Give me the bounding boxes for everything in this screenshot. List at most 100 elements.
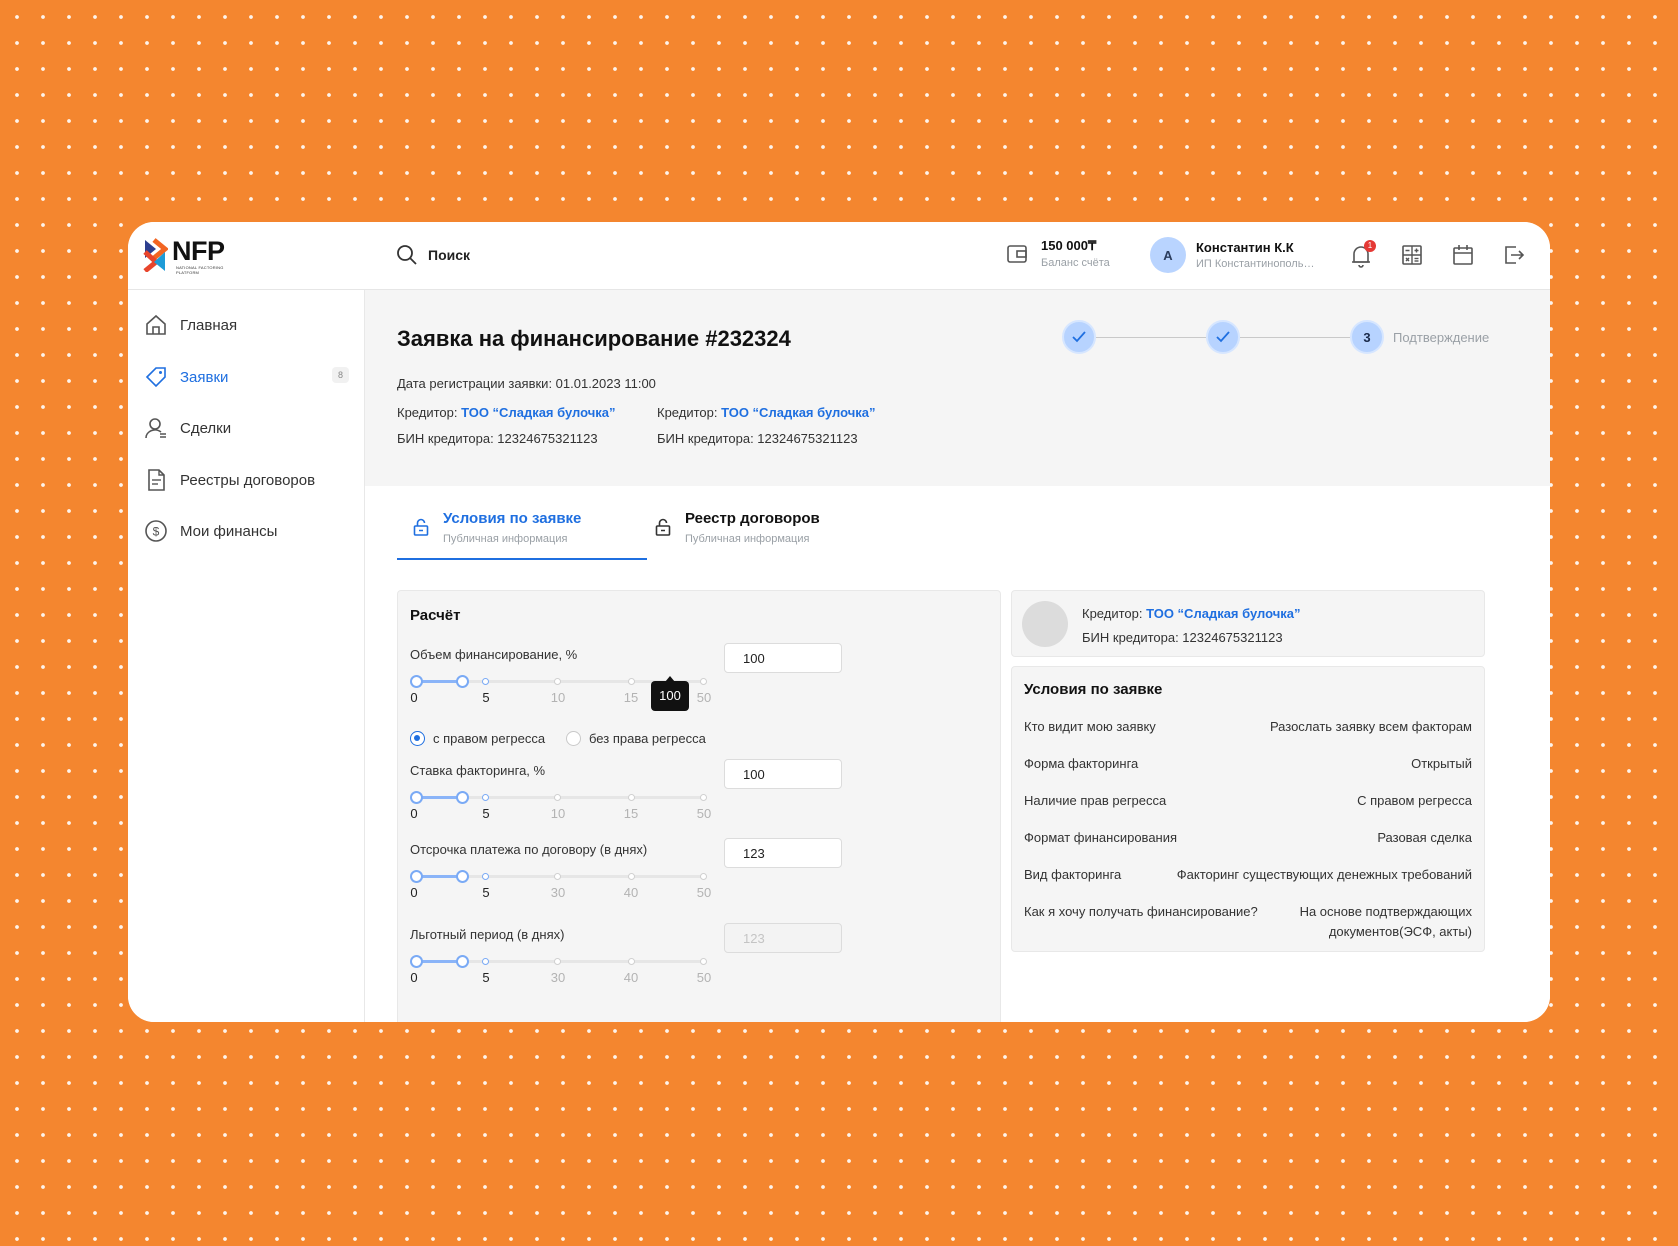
condition-key: Форма факторинга: [1024, 756, 1139, 771]
condition-key: Как я хочу получать финансирование?: [1024, 904, 1258, 919]
coin-icon: $: [145, 520, 167, 542]
step-connector: [1096, 336, 1206, 338]
slider-handle-min[interactable]: [410, 870, 423, 883]
condition-value: С правом регресса: [1357, 793, 1472, 808]
condition-value: Разослать заявку всем факторам: [1269, 719, 1472, 734]
creditor-avatar: [1022, 601, 1068, 647]
search-icon: [397, 245, 417, 265]
condition-value: Открытый: [1411, 756, 1472, 771]
slider-handle-max[interactable]: [456, 675, 469, 688]
sidebar-item-finances[interactable]: $ Мои финансы: [144, 519, 349, 543]
wallet-icon: [1007, 244, 1027, 263]
step-1-done[interactable]: [1062, 320, 1096, 354]
tab-title: Реестр договоров: [685, 510, 820, 527]
condition-row: Форма факторинга Открытый: [1024, 754, 1472, 774]
search-box[interactable]: Поиск: [396, 244, 470, 266]
slider-mark: [700, 794, 707, 801]
slider-handle-max[interactable]: [456, 955, 469, 968]
sidebar: Главная Заявки 8 Сделки Реестры договоро…: [128, 290, 365, 1022]
registration-date: Дата регистрации заявки: 01.01.2023 11:0…: [397, 376, 656, 391]
radio-with-recourse[interactable]: с правом регресса: [410, 731, 545, 746]
tab-contract-registry[interactable]: Реестр договоров Публичная информация: [655, 490, 885, 560]
tick-label: 5: [482, 885, 490, 900]
balance-value: 150 000₸: [1041, 238, 1097, 253]
notifications-button[interactable]: 1: [1350, 240, 1376, 273]
request-header: Заявка на финансирование #232324 Дата ре…: [365, 290, 1550, 486]
radio-label: с правом регресса: [433, 731, 546, 746]
creditor-label: Кредитор:: [397, 405, 458, 420]
condition-value: На основе подтверждающих документов(ЭСФ,…: [1299, 904, 1472, 939]
check-icon: [1216, 331, 1230, 343]
slider-mark: [554, 794, 561, 801]
tick-label: 10: [550, 806, 566, 821]
step-3-current[interactable]: 3: [1350, 320, 1384, 354]
creditor-bin: БИН кредитора: 12324675321123: [1082, 630, 1283, 645]
tick-label: 40: [623, 970, 639, 985]
sidebar-item-registries[interactable]: Реестры договоров: [144, 468, 349, 492]
radio-without-recourse[interactable]: без права регресса: [566, 731, 706, 746]
slider-handle-max[interactable]: [456, 870, 469, 883]
user-name: Константин К.К: [1196, 240, 1294, 255]
creditor-label: Кредитор:: [1082, 606, 1143, 621]
grace-period-label: Льготный период (в днях): [410, 927, 565, 942]
condition-value: Факторинг существующих денежных требован…: [1176, 867, 1472, 882]
sidebar-item-home[interactable]: Главная: [144, 313, 349, 337]
tick-label: 5: [482, 970, 490, 985]
radio-circle-checked: [410, 731, 425, 746]
tab-request-conditions[interactable]: Условия по заявке Публичная информация: [397, 490, 647, 560]
slider-handle-min[interactable]: [410, 955, 423, 968]
sidebar-item-requests[interactable]: Заявки 8: [144, 365, 349, 389]
condition-row: Вид факторинга Факторинг существующих де…: [1024, 865, 1472, 885]
step-3-label: Подтверждение: [1393, 329, 1490, 345]
condition-row: Формат финансирования Разовая сделка: [1024, 828, 1472, 848]
logo[interactable]: NFP NATIONAL FACTORING PLATFORM: [142, 236, 225, 275]
creditor-bin: БИН кредитора: 12324675321123: [397, 431, 598, 446]
check-icon: [1072, 331, 1086, 343]
condition-row: Наличие прав регресса С правом регресса: [1024, 791, 1472, 811]
balance-widget[interactable]: 150 000₸ Баланс счёта: [1006, 238, 1110, 269]
creditor-info-1: Кредитор: ТОО “Сладкая булочка” БИН кред…: [397, 400, 616, 452]
tick-label: 0: [410, 806, 418, 821]
slider-mark: [700, 678, 707, 685]
payment-deferral-slider[interactable]: 0 5 30 40 50: [410, 868, 711, 902]
factoring-rate-slider[interactable]: 0 5 10 15 50: [410, 789, 711, 823]
grace-period-input[interactable]: 123: [724, 923, 842, 953]
radio-circle: [566, 731, 581, 746]
tab-title: Условия по заявке: [443, 510, 582, 527]
slider-mark: [554, 958, 561, 965]
calendar-button[interactable]: [1452, 244, 1474, 271]
logo-text: NFP: [172, 236, 225, 266]
sidebar-item-deals[interactable]: Сделки: [144, 416, 349, 440]
logout-button[interactable]: [1503, 244, 1525, 271]
condition-row: Как я хочу получать финансирование? На о…: [1024, 902, 1472, 942]
tab-subtitle: Публичная информация: [685, 533, 810, 545]
avatar: А: [1150, 237, 1186, 273]
calculator-button[interactable]: [1401, 244, 1423, 271]
slider-mark: [700, 958, 707, 965]
lock-icon: [655, 518, 671, 541]
financing-volume-input[interactable]: 100: [724, 643, 842, 673]
notification-badge: 1: [1364, 240, 1376, 252]
logo-icon: [143, 238, 168, 272]
progress-stepper: 3 Подтверждение: [1062, 320, 1489, 354]
tick-label: 30: [550, 970, 566, 985]
creditor-link[interactable]: ТОО “Сладкая булочка”: [1146, 606, 1300, 621]
payment-deferral-input[interactable]: 123: [724, 838, 842, 868]
user-profile[interactable]: А Константин К.К ИП Константинопольский: [1150, 237, 1316, 273]
step-connector: [1240, 336, 1350, 338]
step-2-done[interactable]: [1206, 320, 1240, 354]
slider-handle-max[interactable]: [456, 791, 469, 804]
condition-key: Формат финансирования: [1024, 830, 1178, 845]
slider-handle-min[interactable]: [410, 791, 423, 804]
tick-label: 0: [410, 885, 418, 900]
factoring-rate-input[interactable]: 100: [724, 759, 842, 789]
financing-volume-label: Объем финансирование, %: [410, 647, 578, 662]
creditor-link[interactable]: ТОО “Сладкая булочка”: [461, 405, 615, 420]
slider-handle-min[interactable]: [410, 675, 423, 688]
grace-period-slider[interactable]: 0 5 30 40 50: [410, 953, 711, 987]
page-title: Заявка на финансирование #232324: [397, 326, 791, 351]
slider-mark: [482, 958, 489, 965]
tick-label: 50: [696, 806, 712, 821]
user-icon: [145, 418, 166, 439]
creditor-link[interactable]: ТОО “Сладкая булочка”: [721, 405, 875, 420]
